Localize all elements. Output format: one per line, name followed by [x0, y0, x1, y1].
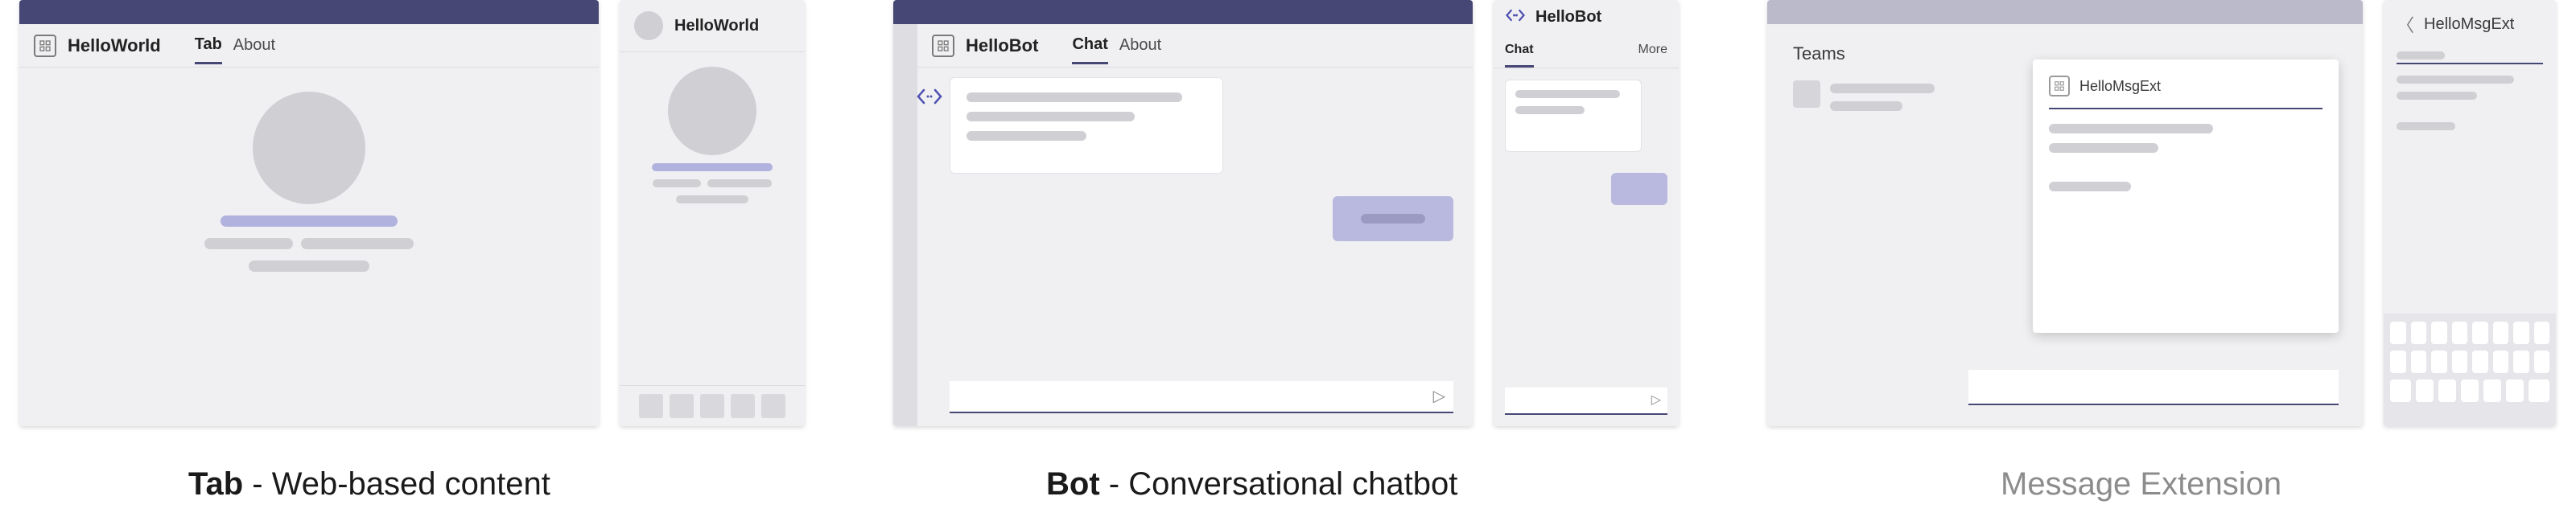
- text-placeholder: [249, 260, 369, 272]
- tab-desktop-window: HelloWorld Tab About: [19, 0, 599, 426]
- results-list: [2384, 76, 2556, 130]
- teams-label: Teams: [1793, 43, 1845, 64]
- text-placeholder: [707, 179, 772, 187]
- result-placeholder[interactable]: [2397, 122, 2455, 130]
- tab-about[interactable]: About: [233, 36, 275, 63]
- text-placeholder: [1830, 101, 1902, 111]
- result-placeholder[interactable]: [2397, 92, 2477, 100]
- avatar-placeholder: [668, 67, 756, 155]
- title-placeholder: [652, 163, 773, 171]
- chevron-left-icon[interactable]: 〈: [2397, 11, 2414, 37]
- mobile-keyboard[interactable]: [2384, 314, 2556, 426]
- bot-desktop-window: HelloBot Chat About ▷: [893, 0, 1473, 426]
- result-placeholder[interactable]: [2049, 143, 2158, 153]
- incoming-message: [950, 77, 1223, 174]
- text-placeholder: [676, 195, 748, 203]
- text-placeholder: [1830, 84, 1935, 93]
- mobile-header: HelloBot: [1494, 0, 1679, 35]
- text-placeholder: [1515, 106, 1585, 114]
- text-placeholder: [301, 238, 414, 249]
- tab-chat[interactable]: Chat: [1072, 35, 1107, 64]
- app-grid-icon: [2049, 76, 2070, 96]
- msgext-desktop-window: Teams HelloMsgExt: [1767, 0, 2363, 426]
- chat-area: ▷: [893, 68, 1473, 426]
- text-placeholder: [1515, 90, 1620, 98]
- text-placeholder: [967, 92, 1182, 102]
- text-placeholder: [967, 131, 1086, 141]
- app-name: HelloBot: [966, 35, 1038, 56]
- send-icon[interactable]: ▷: [1651, 392, 1661, 408]
- tabbar-item[interactable]: [731, 394, 755, 418]
- text-placeholder: [1361, 214, 1425, 224]
- search-underline: [2397, 63, 2543, 64]
- outgoing-message: [1611, 173, 1667, 205]
- title-placeholder: [221, 215, 398, 227]
- mobile-header: 〈 HelloMsgExt: [2384, 0, 2556, 48]
- flyout-title: HelloMsgExt: [2079, 78, 2161, 95]
- code-icon: [1505, 8, 1526, 27]
- team-tile[interactable]: [1793, 80, 1820, 108]
- text-placeholder: [653, 179, 701, 187]
- tab-more[interactable]: More: [1638, 43, 1667, 68]
- mobile-title: HelloWorld: [674, 17, 759, 35]
- tabbar-item[interactable]: [670, 394, 694, 418]
- mobile-header: HelloWorld: [620, 0, 805, 52]
- chat-area: ▷: [1494, 68, 1679, 426]
- tab-header: HelloWorld Tab About: [19, 24, 599, 68]
- window-titlebar: [1767, 0, 2363, 24]
- text-placeholder: [204, 238, 293, 249]
- tab-content: [19, 68, 599, 296]
- avatar-icon: [634, 11, 663, 40]
- mobile-content: [620, 52, 805, 218]
- result-placeholder[interactable]: [2049, 182, 2131, 191]
- team-info: [1830, 84, 1935, 111]
- tabbar-item[interactable]: [700, 394, 724, 418]
- compose-box[interactable]: [1968, 370, 2339, 405]
- tab-mobile-window: HelloWorld: [620, 0, 805, 426]
- tab-tab[interactable]: Tab: [195, 35, 222, 64]
- bot-mobile-window: HelloBot Chat More ▷: [1494, 0, 1679, 426]
- app-name: HelloWorld: [68, 35, 161, 56]
- mobile-title: HelloBot: [1535, 8, 1601, 27]
- outgoing-message: [1333, 196, 1453, 241]
- app-grid-icon: [34, 35, 56, 57]
- app-grid-icon: [932, 35, 954, 57]
- window-titlebar: [19, 0, 599, 24]
- result-placeholder[interactable]: [2397, 76, 2514, 84]
- code-icon: [916, 87, 943, 110]
- compose-box[interactable]: ▷: [950, 381, 1453, 413]
- window-titlebar: [893, 0, 1473, 24]
- tab-chat[interactable]: Chat: [1505, 43, 1534, 68]
- avatar-placeholder: [253, 92, 365, 204]
- caption-tab: Tab - Web-based content: [188, 466, 550, 503]
- search-underline: [2049, 108, 2323, 109]
- tabbar-item[interactable]: [639, 394, 663, 418]
- result-placeholder[interactable]: [2049, 124, 2213, 133]
- text-placeholder: [967, 112, 1135, 121]
- search-placeholder[interactable]: [2397, 51, 2445, 59]
- tab-about[interactable]: About: [1119, 36, 1161, 63]
- mobile-tabs: Chat More: [1494, 35, 1679, 68]
- caption-msgext: Message Extension: [2001, 466, 2281, 503]
- mobile-title: HelloMsgExt: [2424, 15, 2514, 34]
- caption-bot: Bot - Conversational chatbot: [1046, 466, 1457, 503]
- msgext-mobile-window: 〈 HelloMsgExt: [2384, 0, 2556, 426]
- incoming-message: [1505, 80, 1642, 152]
- msgext-flyout: HelloMsgExt: [2033, 59, 2339, 333]
- mobile-tabbar: [620, 385, 805, 426]
- send-icon[interactable]: ▷: [1433, 386, 1445, 406]
- tabbar-item[interactable]: [761, 394, 785, 418]
- compose-box[interactable]: ▷: [1505, 388, 1667, 415]
- bot-header: HelloBot Chat About: [893, 24, 1473, 68]
